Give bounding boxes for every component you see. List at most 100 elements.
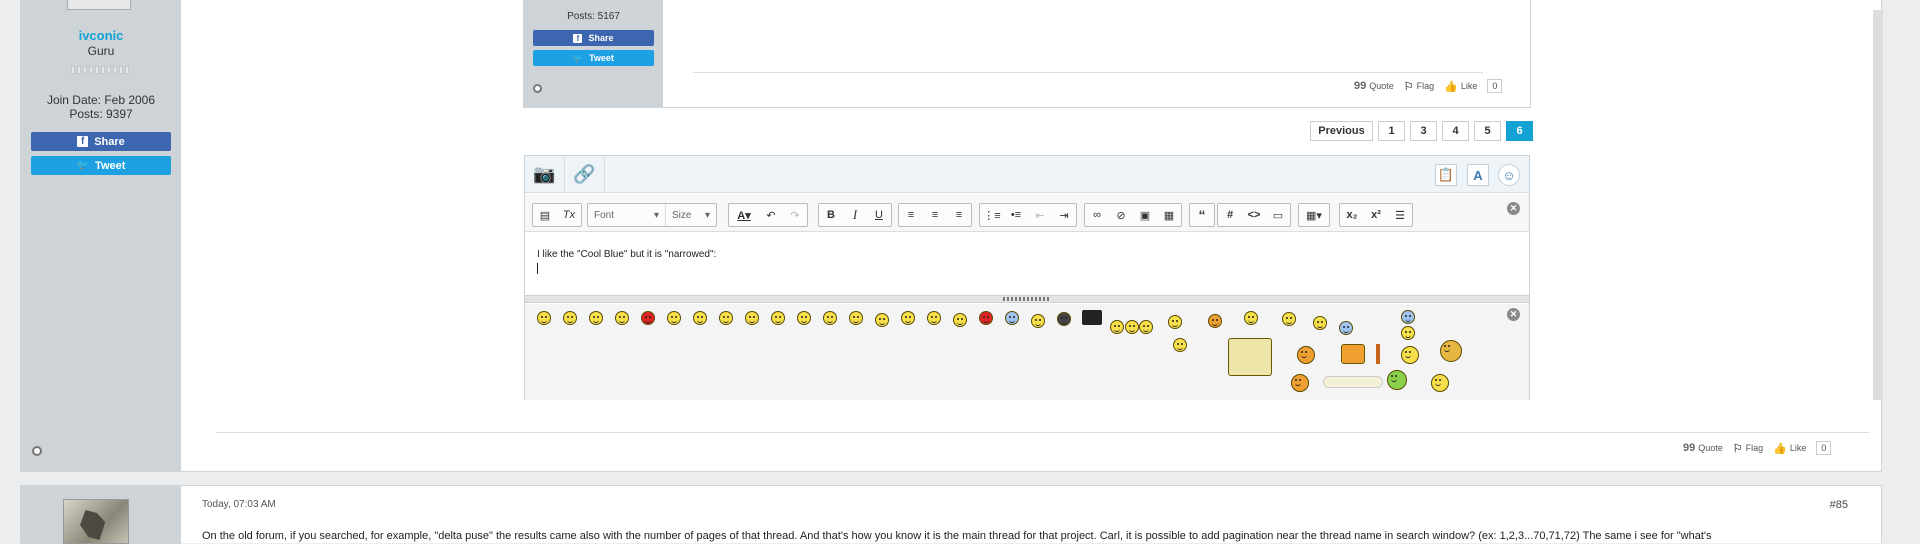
page-link[interactable]: 4: [1442, 121, 1469, 141]
smiley-icon[interactable]: [1168, 315, 1182, 329]
underline-icon[interactable]: U: [867, 204, 891, 226]
remove-format-icon[interactable]: Tx: [557, 204, 581, 226]
smiley-icon[interactable]: [875, 313, 889, 327]
smiley-icon[interactable]: [1208, 314, 1222, 328]
align-center-icon[interactable]: ≡: [923, 204, 947, 226]
smiley-icon[interactable]: [1139, 320, 1153, 334]
smiley-icon[interactable]: [823, 311, 837, 325]
page-link[interactable]: 5: [1474, 121, 1501, 141]
unlink-icon[interactable]: ⊘: [1109, 204, 1133, 226]
smiley-icon[interactable]: [979, 311, 993, 325]
quote-button[interactable]: 99 Quote: [1354, 80, 1394, 92]
font-dropdown[interactable]: Font ▾: [588, 204, 666, 226]
flag-button[interactable]: ⚐ Flag: [1404, 80, 1434, 93]
group-smiley-icon[interactable]: [1341, 344, 1365, 364]
share-button[interactable]: f Share: [533, 30, 654, 46]
username-link[interactable]: ivconic: [21, 28, 181, 43]
smiley-icon[interactable]: ☺: [1498, 164, 1520, 186]
avatar[interactable]: [63, 499, 129, 544]
smiley-icon[interactable]: [745, 311, 759, 325]
undo-icon[interactable]: ↶: [759, 204, 783, 226]
font-color-icon[interactable]: A: [1467, 164, 1489, 186]
smiley-icon[interactable]: [797, 311, 811, 325]
smiley-icon[interactable]: [1125, 320, 1139, 334]
smiley-icon[interactable]: [927, 311, 941, 325]
previous-page-button[interactable]: Previous: [1310, 121, 1373, 141]
banner-smiley-icon[interactable]: [1228, 338, 1272, 376]
text-color-icon[interactable]: A▾: [729, 204, 759, 226]
resize-handle[interactable]: [525, 295, 1529, 303]
smiley-icon[interactable]: [953, 313, 967, 327]
smiley-icon[interactable]: [849, 311, 863, 325]
smiley-icon[interactable]: [1387, 370, 1407, 390]
smiley-icon[interactable]: [1005, 311, 1019, 325]
page-link[interactable]: 1: [1378, 121, 1405, 141]
size-dropdown[interactable]: Size ▾: [666, 204, 716, 226]
smiley-icon[interactable]: [667, 311, 681, 325]
smiley-icon[interactable]: [615, 311, 629, 325]
image-icon[interactable]: ▣: [1133, 204, 1157, 226]
table-icon[interactable]: ▦▾: [1299, 204, 1329, 226]
smiley-icon[interactable]: [641, 311, 655, 325]
share-button[interactable]: f Share: [31, 132, 171, 151]
clipboard-icon[interactable]: 📋: [1435, 164, 1457, 186]
quote-button[interactable]: 99 Quote: [1683, 442, 1723, 454]
smiley-icon[interactable]: [1031, 314, 1045, 328]
source-icon[interactable]: ▤: [533, 204, 557, 226]
content-scrollbar[interactable]: [1873, 10, 1883, 400]
superscript-icon[interactable]: x²: [1364, 204, 1388, 226]
tweet-button[interactable]: 🐦 Tweet: [533, 50, 654, 66]
php-icon[interactable]: ▭: [1266, 204, 1290, 226]
smiley-icon[interactable]: [693, 311, 707, 325]
smiley-icon[interactable]: [1282, 312, 1296, 326]
page-link[interactable]: 3: [1410, 121, 1437, 141]
code-icon[interactable]: <>: [1242, 204, 1266, 226]
align-left-icon[interactable]: ≡: [899, 204, 923, 226]
link-icon[interactable]: 🔗: [565, 156, 605, 193]
numbered-list-icon[interactable]: ⋮≡: [980, 204, 1004, 226]
indent-icon[interactable]: ⇥: [1052, 204, 1076, 226]
hashtag-icon[interactable]: #: [1218, 204, 1242, 226]
subscript-icon[interactable]: x₂: [1340, 204, 1364, 226]
tweet-button[interactable]: 🐦 Tweet: [31, 156, 171, 175]
horizontal-rule-icon[interactable]: ☰: [1388, 204, 1412, 226]
editor-textarea[interactable]: I like the "Cool Blue" but it is "narrow…: [525, 233, 1529, 295]
sign-smiley-icon[interactable]: [1082, 310, 1102, 325]
bold-icon[interactable]: B: [819, 204, 843, 226]
smiley-icon[interactable]: [719, 311, 733, 325]
like-button[interactable]: 👍 Like: [1444, 80, 1477, 93]
winged-smiley-icon[interactable]: [1323, 376, 1383, 388]
smiley-icon[interactable]: [901, 311, 915, 325]
smiley-icon[interactable]: [563, 311, 577, 325]
smiley-icon[interactable]: [1244, 311, 1258, 325]
smiley-icon[interactable]: [1401, 346, 1419, 364]
smiley-icon[interactable]: [1401, 310, 1415, 324]
bullet-list-icon[interactable]: •≡: [1004, 204, 1028, 226]
smiley-icon[interactable]: [1110, 320, 1124, 334]
align-right-icon[interactable]: ≡: [947, 204, 971, 226]
smiley-icon[interactable]: [771, 311, 785, 325]
smiley-icon[interactable]: [1291, 374, 1309, 392]
current-page[interactable]: 6: [1506, 121, 1533, 141]
blockquote-icon[interactable]: “: [1190, 204, 1214, 226]
like-button[interactable]: 👍 Like: [1773, 442, 1806, 455]
close-toolbar-icon[interactable]: ✕: [1507, 202, 1520, 215]
smiley-icon[interactable]: [589, 311, 603, 325]
video-icon[interactable]: ▦: [1157, 204, 1181, 226]
smiley-icon[interactable]: [1431, 374, 1449, 392]
smiley-icon[interactable]: [1313, 316, 1327, 330]
insert-link-icon[interactable]: ∞: [1085, 204, 1109, 226]
smiley-icon[interactable]: [1339, 321, 1353, 335]
smiley-icon[interactable]: [537, 311, 551, 325]
flag-button[interactable]: ⚐ Flag: [1733, 442, 1763, 455]
smiley-icon[interactable]: [1173, 338, 1187, 352]
smiley-icon[interactable]: [1297, 346, 1315, 364]
close-smilies-icon[interactable]: ✕: [1507, 308, 1520, 321]
post-number-link[interactable]: #85: [1830, 499, 1848, 511]
outdent-icon[interactable]: ⇤: [1028, 204, 1052, 226]
smiley-icon[interactable]: [1057, 312, 1071, 326]
smiley-icon[interactable]: [1440, 340, 1462, 362]
italic-icon[interactable]: I: [843, 204, 867, 226]
camera-icon[interactable]: 📷: [525, 156, 565, 193]
smiley-icon[interactable]: [1401, 326, 1415, 340]
